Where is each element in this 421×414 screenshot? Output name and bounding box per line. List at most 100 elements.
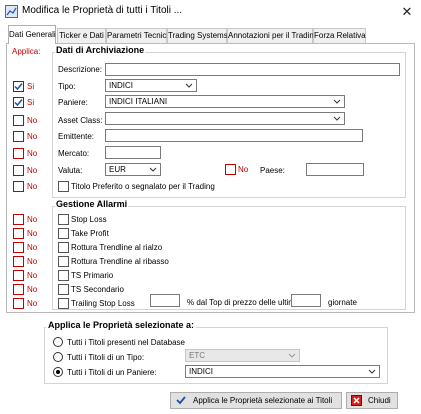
- close-icon: [351, 395, 362, 406]
- allarmi-header: Gestione Allarmi: [55, 199, 129, 209]
- tab-ticker-e-dati[interactable]: Ticker e Dati: [57, 28, 106, 43]
- trailing-stop-label: Trailing Stop Loss: [71, 299, 135, 308]
- trendline-ribasso-checkbox[interactable]: [58, 256, 69, 267]
- trailing-pct-text: % dal Top di prezzo delle ultime: [187, 298, 300, 307]
- asset-class-apply-checkbox[interactable]: [13, 115, 24, 126]
- valuta-apply-checkbox[interactable]: [13, 165, 24, 176]
- ts-secondario-apply-checkbox[interactable]: [13, 284, 24, 295]
- close-window-icon[interactable]: ✕: [396, 2, 418, 22]
- trailing-pct-input[interactable]: [150, 294, 180, 307]
- preferito-apply-checkbox[interactable]: [13, 181, 24, 192]
- stop-loss-checkbox[interactable]: [58, 214, 69, 225]
- paniere-value: INDICI ITALIANI: [109, 97, 168, 106]
- paese-apply-checkbox[interactable]: [225, 164, 236, 175]
- scope-tipo-select[interactable]: ETC: [185, 349, 300, 362]
- scope-tipo-label: Tutti i Titoli di un Tipo:: [67, 353, 145, 362]
- paese-input[interactable]: [306, 163, 364, 176]
- valuta-label: Valuta:: [58, 166, 83, 175]
- chiudi-label: Chiudi: [368, 396, 391, 405]
- applica-label: Applica:: [12, 47, 41, 56]
- preferito-checkbox[interactable]: [58, 181, 69, 192]
- trailing-stop-apply-checkbox[interactable]: [13, 298, 24, 309]
- emittente-input[interactable]: [105, 129, 363, 142]
- chevron-down-icon: [333, 116, 341, 121]
- tipo-label: Tipo:: [58, 82, 76, 91]
- paese-label: Paese:: [260, 166, 285, 175]
- asset-class-label: Asset Class:: [58, 116, 103, 125]
- trendline-rialzo-apply-no: No: [27, 243, 38, 252]
- paese-apply-no: No: [238, 165, 249, 174]
- chiudi-button[interactable]: Chiudi: [346, 392, 398, 409]
- stop-loss-label: Stop Loss: [71, 215, 107, 224]
- valuta-select[interactable]: EUR: [105, 163, 161, 176]
- ts-secondario-apply-no: No: [27, 285, 38, 294]
- apply-selected-button[interactable]: Applica le Proprietà selezionate ai Tito…: [170, 392, 342, 409]
- checkmark-icon: [14, 99, 23, 107]
- tipo-value: INDICI: [109, 81, 133, 90]
- trailing-stop-checkbox[interactable]: [58, 298, 69, 309]
- trendline-rialzo-label: Rottura Trendline al rialzo: [71, 243, 163, 252]
- take-profit-checkbox[interactable]: [58, 228, 69, 239]
- tipo-select[interactable]: INDICI: [105, 79, 197, 92]
- paniere-select[interactable]: INDICI ITALIANI: [105, 95, 345, 108]
- window-title: Modifica le Proprietà di tutti i Titoli …: [22, 5, 183, 16]
- apply-selected-label: Applica le Proprietà selezionate ai Tito…: [193, 396, 333, 405]
- mercato-input[interactable]: [105, 146, 161, 159]
- ts-secondario-checkbox[interactable]: [58, 284, 69, 295]
- chevron-down-icon: [185, 83, 193, 88]
- trailing-days-input[interactable]: [291, 294, 321, 307]
- mercato-apply-checkbox[interactable]: [13, 148, 24, 159]
- scope-tipo-radio[interactable]: [53, 352, 63, 362]
- archiviazione-header: Dati di Archiviazione: [55, 45, 146, 55]
- trendline-ribasso-apply-no: No: [27, 257, 38, 266]
- descrizione-label: Descrizione:: [58, 65, 103, 74]
- valuta-apply-no: No: [27, 166, 38, 175]
- descrizione-input[interactable]: [105, 63, 400, 76]
- trendline-rialzo-apply-checkbox[interactable]: [13, 242, 24, 253]
- title-bar: Modifica le Proprietà di tutti i Titoli …: [0, 0, 421, 24]
- tipo-apply-checkbox[interactable]: [13, 81, 24, 92]
- paniere-label: Paniere:: [58, 98, 88, 107]
- trendline-ribasso-apply-checkbox[interactable]: [13, 256, 24, 267]
- tipo-apply-si: Si: [27, 82, 35, 91]
- tab-forza-relativa[interactable]: Forza Relativa: [313, 28, 366, 43]
- asset-class-select[interactable]: [105, 112, 345, 125]
- emittente-apply-checkbox[interactable]: [13, 131, 24, 142]
- tab-parametri-tecnici[interactable]: Parametri Tecnici: [106, 28, 168, 43]
- scope-paniere-select[interactable]: INDICI: [185, 365, 380, 378]
- ts-primario-label: TS Primario: [71, 271, 114, 280]
- trendline-rialzo-checkbox[interactable]: [58, 242, 69, 253]
- valuta-value: EUR: [109, 165, 126, 174]
- take-profit-apply-checkbox[interactable]: [13, 228, 24, 239]
- trendline-ribasso-label: Rottura Trendline al ribasso: [71, 257, 169, 266]
- emittente-apply-no: No: [27, 132, 38, 141]
- ts-primario-apply-checkbox[interactable]: [13, 270, 24, 281]
- paniere-apply-checkbox[interactable]: [13, 97, 24, 108]
- stop-loss-apply-checkbox[interactable]: [13, 214, 24, 225]
- scope-paniere-radio[interactable]: [53, 367, 63, 377]
- tab-trading-systems[interactable]: Trading Systems: [167, 28, 228, 43]
- preferito-apply-no: No: [27, 182, 38, 191]
- trailing-stop-apply-no: No: [27, 299, 38, 308]
- scope-all-label: Tutti i Titoli presenti nel Database: [67, 338, 185, 347]
- mercato-label: Mercato:: [58, 149, 90, 158]
- take-profit-label: Take Profit: [71, 229, 109, 238]
- app-icon: [5, 5, 18, 18]
- chevron-down-icon: [333, 99, 341, 104]
- preferito-label: Titolo Preferito o segnalato per il Trad…: [71, 182, 215, 191]
- trailing-unit-label: giornate: [328, 298, 357, 307]
- stop-loss-apply-no: No: [27, 215, 38, 224]
- checkmark-icon: [176, 395, 186, 410]
- take-profit-apply-no: No: [27, 229, 38, 238]
- chevron-down-icon: [368, 369, 376, 374]
- tab-annotazioni[interactable]: Annotazioni per il Trading: [227, 28, 318, 43]
- scope-all-radio[interactable]: [53, 337, 63, 347]
- ts-primario-checkbox[interactable]: [58, 270, 69, 281]
- chevron-down-icon: [288, 353, 296, 358]
- scope-tipo-value: ETC: [189, 351, 205, 360]
- scope-paniere-value: INDICI: [189, 367, 213, 376]
- tab-dati-generali[interactable]: Dati Generali: [8, 25, 56, 44]
- scope-paniere-label: Tutti i Titoli di un Paniere:: [67, 368, 157, 377]
- checkmark-icon: [14, 83, 23, 91]
- emittente-label: Emittente:: [58, 132, 95, 141]
